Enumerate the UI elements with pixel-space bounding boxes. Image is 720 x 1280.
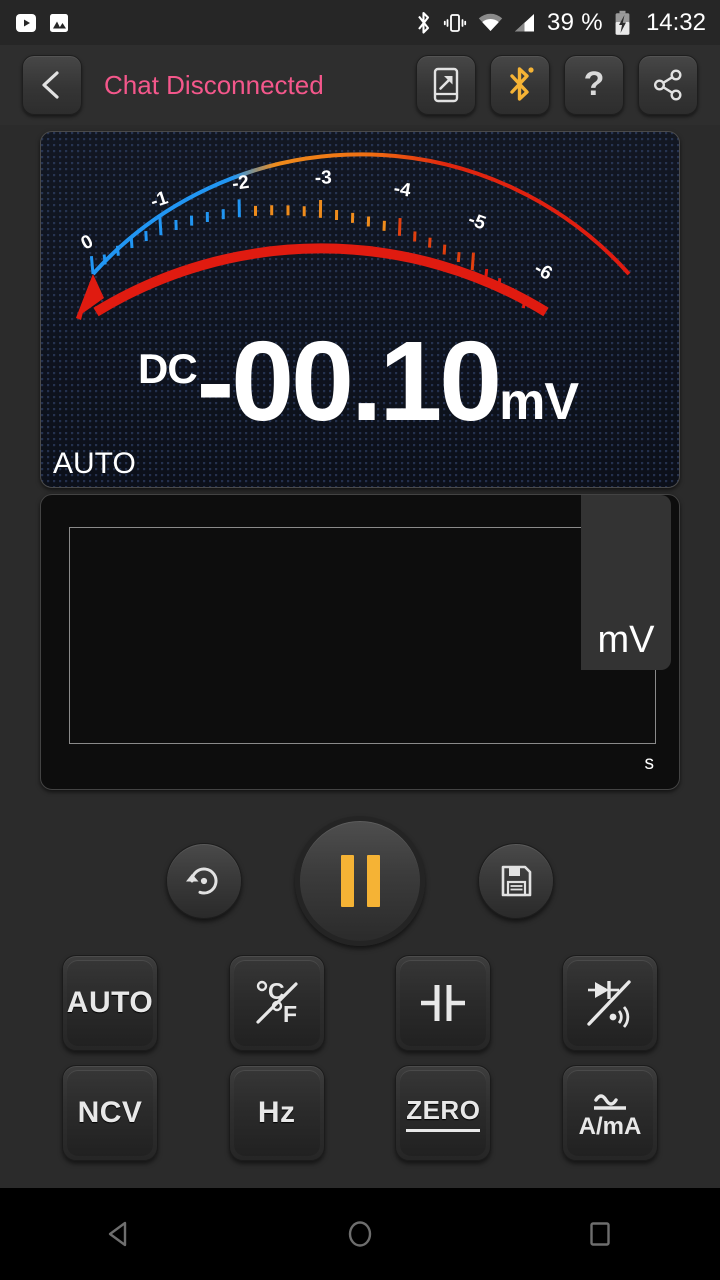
y-axis-unit-badge: mV xyxy=(581,495,671,670)
save-button[interactable] xyxy=(478,843,554,919)
nav-back-icon xyxy=(108,1221,127,1247)
frequency-key[interactable]: Hz xyxy=(228,1065,325,1161)
vibrate-icon xyxy=(443,11,467,35)
auto-key-label: AUTO xyxy=(66,986,154,1019)
bluetooth-button[interactable] xyxy=(490,55,550,115)
nav-home-button[interactable] xyxy=(300,1188,420,1280)
capacitance-key[interactable] xyxy=(395,955,492,1051)
svg-text:F: F xyxy=(283,1001,297,1027)
android-navigation-bar xyxy=(0,1188,720,1280)
range-mode-indicator: AUTO xyxy=(53,447,136,480)
svg-text:?: ? xyxy=(584,66,605,103)
back-button[interactable] xyxy=(22,55,82,115)
battery-charging-icon xyxy=(614,10,631,36)
function-keypad: AUTO C F NCV Hz ZERO A/mA xyxy=(0,955,720,1175)
nav-back-button[interactable] xyxy=(60,1188,180,1280)
wifi-icon xyxy=(478,13,503,33)
x-axis-label: s xyxy=(644,753,655,774)
photos-icon xyxy=(48,11,70,35)
ncv-key-label: NCV xyxy=(77,1096,143,1129)
nav-recents-icon xyxy=(590,1222,610,1246)
ac-current-icon: A/mA xyxy=(579,1094,642,1140)
zero-key-label: ZERO xyxy=(406,1095,481,1132)
share-button[interactable] xyxy=(638,55,698,115)
zero-key[interactable]: ZERO xyxy=(395,1065,492,1161)
pause-button[interactable] xyxy=(295,816,425,946)
svg-text:0: 0 xyxy=(78,231,97,255)
cell-signal-icon xyxy=(514,13,536,33)
keypad-row-1: AUTO C F xyxy=(0,955,720,1051)
gauge-scale-arc xyxy=(91,152,631,276)
reset-button[interactable] xyxy=(166,843,242,919)
export-button[interactable] xyxy=(416,55,476,115)
nav-home-icon xyxy=(348,1221,372,1247)
celsius-fahrenheit-icon: C F xyxy=(256,978,298,1027)
pause-icon xyxy=(340,855,380,907)
bluetooth-icon xyxy=(415,10,432,36)
reset-icon xyxy=(186,867,218,895)
status-bar: 39 % 14:32 xyxy=(0,0,720,45)
svg-text:-3: -3 xyxy=(314,167,332,189)
gauge-bar-arc xyxy=(93,243,549,317)
diode-continuity-icon xyxy=(587,980,631,1028)
svg-text:A/mA: A/mA xyxy=(579,1113,642,1140)
capacitor-icon xyxy=(421,985,466,1021)
status-bar-clock: 14:32 xyxy=(645,8,706,36)
y-axis-label: mV xyxy=(597,619,655,661)
youtube-icon xyxy=(14,11,38,35)
ncv-key[interactable]: NCV xyxy=(62,1065,158,1161)
transport-controls xyxy=(0,815,720,946)
temperature-unit-key[interactable]: C F xyxy=(228,955,325,1051)
app-toolbar: Chat Disconnected ? xyxy=(0,45,720,125)
keypad-row-2: NCV Hz ZERO A/mA xyxy=(0,1065,720,1161)
graph-panel[interactable]: mV s xyxy=(40,494,680,790)
current-key[interactable]: A/mA xyxy=(561,1065,658,1161)
meter-panel[interactable]: 0 -1 -2 -3 -4 -5 -6 DC -00.10 mV AUTO xyxy=(40,131,680,488)
digital-readout: DC -00.10 mV xyxy=(41,318,679,444)
svg-text:-5: -5 xyxy=(465,209,488,235)
measurement-unit: mV xyxy=(499,372,579,431)
gauge-scale-labels: 0 -1 -2 -3 -4 -5 -6 xyxy=(78,167,556,284)
analog-gauge: 0 -1 -2 -3 -4 -5 -6 xyxy=(76,152,631,320)
measurement-mode: DC xyxy=(138,344,198,392)
battery-percent: 39 % xyxy=(547,8,603,36)
frequency-key-label: Hz xyxy=(257,1096,296,1129)
svg-text:-6: -6 xyxy=(531,258,556,285)
help-button[interactable]: ? xyxy=(564,55,624,115)
nav-recents-button[interactable] xyxy=(540,1188,660,1280)
svg-text:-2: -2 xyxy=(231,172,251,195)
auto-key[interactable]: AUTO xyxy=(62,955,158,1051)
diode-continuity-key[interactable] xyxy=(561,955,658,1051)
floppy-disk-icon xyxy=(501,865,532,897)
connection-status-title: Chat Disconnected xyxy=(104,69,324,100)
svg-text:-4: -4 xyxy=(392,178,412,201)
measurement-value: -00.10 xyxy=(196,318,502,444)
plot-area[interactable] xyxy=(69,527,656,744)
